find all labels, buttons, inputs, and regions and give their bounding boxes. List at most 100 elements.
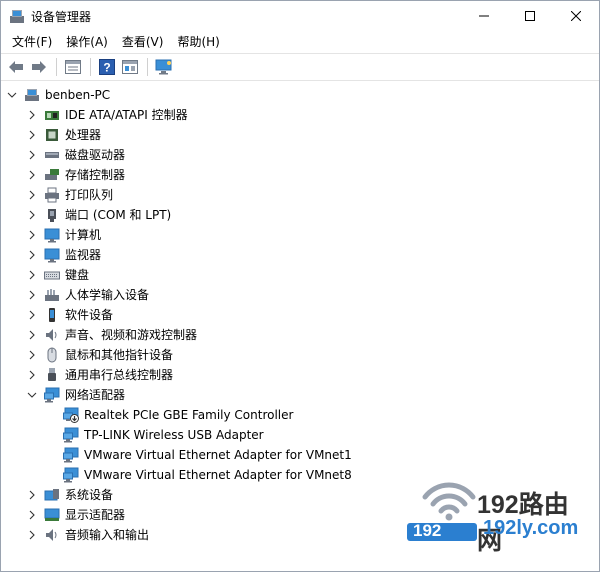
menu-bar: 文件(F) 操作(A) 查看(V) 帮助(H)	[1, 31, 599, 53]
tree-category-node[interactable]: 鼠标和其他指针设备	[1, 345, 599, 365]
tree-category-node[interactable]: 通用串行总线控制器	[1, 365, 599, 385]
keyboard-icon	[44, 267, 60, 283]
window-title: 设备管理器	[31, 9, 92, 24]
chevron-right-icon[interactable]	[25, 348, 39, 362]
tree-root-node[interactable]: benben-PC	[1, 85, 599, 105]
menu-file[interactable]: 文件(F)	[5, 31, 59, 53]
tree-category-node[interactable]: 监视器	[1, 245, 599, 265]
tree-category-node[interactable]: 端口 (COM 和 LPT)	[1, 205, 599, 225]
network-adapter-icon	[63, 427, 79, 443]
device-manager-app-icon	[9, 8, 25, 24]
menu-help[interactable]: 帮助(H)	[170, 31, 226, 53]
software-device-icon	[44, 307, 60, 323]
tree-node-label: 网络适配器	[65, 388, 126, 402]
help-button[interactable]: ?	[96, 56, 118, 78]
minimize-button[interactable]	[461, 1, 507, 31]
tree-node-label: 软件设备	[65, 308, 114, 322]
tree-node-label: VMware Virtual Ethernet Adapter for VMne…	[84, 468, 352, 482]
toolbar-separator	[56, 58, 57, 76]
tree-node-label: 计算机	[65, 228, 102, 242]
scan-hardware-monitor-icon	[155, 59, 172, 75]
tree-category-node[interactable]: IDE ATA/ATAPI 控制器	[1, 105, 599, 125]
tree-category-node[interactable]: 网络适配器	[1, 385, 599, 405]
tree-category-node[interactable]: 人体学输入设备	[1, 285, 599, 305]
tree-category-node[interactable]: 处理器	[1, 125, 599, 145]
menu-view[interactable]: 查看(V)	[115, 31, 171, 53]
chevron-down-icon[interactable]	[25, 388, 39, 402]
tree-category-node[interactable]: 声音、视频和游戏控制器	[1, 325, 599, 345]
chevron-right-icon[interactable]	[25, 328, 39, 342]
tree-node-label: 打印队列	[65, 188, 114, 202]
tree-category-node[interactable]: 软件设备	[1, 305, 599, 325]
show-hidden-icon	[122, 60, 138, 74]
close-button[interactable]	[553, 1, 599, 31]
chevron-right-icon[interactable]	[25, 528, 39, 542]
menu-action[interactable]: 操作(A)	[59, 31, 115, 53]
chevron-right-icon[interactable]	[25, 288, 39, 302]
tree-category-node[interactable]: 打印队列	[1, 185, 599, 205]
chevron-right-icon[interactable]	[25, 308, 39, 322]
tree-device-node[interactable]: Realtek PCIe GBE Family Controller	[1, 405, 599, 425]
title-bar[interactable]: 设备管理器	[1, 1, 599, 31]
chevron-down-icon[interactable]	[5, 88, 19, 102]
back-arrow-icon	[9, 61, 23, 73]
chevron-right-icon[interactable]	[25, 368, 39, 382]
tree-category-node[interactable]: 磁盘驱动器	[1, 145, 599, 165]
chevron-right-icon[interactable]	[25, 168, 39, 182]
disk-drive-icon	[44, 147, 60, 163]
scan-hardware-button[interactable]	[153, 56, 175, 78]
maximize-button[interactable]	[507, 1, 553, 31]
tree-node-label: Realtek PCIe GBE Family Controller	[84, 408, 294, 422]
tree-device-node[interactable]: TP-LINK Wireless USB Adapter	[1, 425, 599, 445]
storage-controller-icon	[44, 167, 60, 183]
chevron-right-icon[interactable]	[25, 148, 39, 162]
tree-device-node[interactable]: VMware Virtual Ethernet Adapter for VMne…	[1, 445, 599, 465]
watermark-url: 192ly.com	[483, 517, 579, 539]
chevron-right-icon[interactable]	[25, 108, 39, 122]
tree-node-label: 通用串行总线控制器	[65, 368, 174, 382]
tree-node-label: VMware Virtual Ethernet Adapter for VMne…	[84, 448, 352, 462]
watermark-url-left: 192	[413, 521, 442, 540]
computer-monitor-icon	[44, 227, 60, 243]
back-button[interactable]	[5, 56, 27, 78]
show-hidden-button[interactable]	[119, 56, 141, 78]
tree-node-label: 声音、视频和游戏控制器	[65, 328, 198, 342]
mouse-icon	[44, 347, 60, 363]
toolbar: ?	[1, 53, 599, 81]
port-icon	[44, 207, 60, 223]
forward-arrow-icon	[32, 61, 46, 73]
tree-node-label: 键盘	[65, 268, 90, 282]
svg-text:?: ?	[103, 61, 110, 75]
device-manager-window: 设备管理器 文件(F) 操作(A) 查看(V) 帮助(H) ? benben-P…	[0, 0, 600, 572]
chevron-right-icon[interactable]	[25, 128, 39, 142]
processor-icon	[44, 127, 60, 143]
tree-node-label: 人体学输入设备	[65, 288, 150, 302]
watermark-logo: 192 192路由网 192ly.com	[407, 479, 593, 555]
tree-node-label: 存储控制器	[65, 168, 126, 182]
tree-node-label: IDE ATA/ATAPI 控制器	[65, 108, 188, 122]
tree-category-node[interactable]: 存储控制器	[1, 165, 599, 185]
chevron-right-icon[interactable]	[25, 488, 39, 502]
tree-node-label: TP-LINK Wireless USB Adapter	[84, 428, 264, 442]
audio-io-icon	[44, 527, 60, 543]
speaker-icon	[44, 327, 60, 343]
forward-button[interactable]	[28, 56, 50, 78]
properties-button[interactable]	[62, 56, 84, 78]
network-adapter-icon	[44, 387, 60, 403]
ide-controller-icon	[44, 107, 60, 123]
chevron-right-icon[interactable]	[25, 188, 39, 202]
chevron-right-icon[interactable]	[25, 228, 39, 242]
chevron-right-icon[interactable]	[25, 268, 39, 282]
network-adapter-icon	[63, 447, 79, 463]
tree-node-label: 磁盘驱动器	[65, 148, 126, 162]
display-adapter-icon	[44, 507, 60, 523]
chevron-right-icon[interactable]	[25, 508, 39, 522]
tree-category-node[interactable]: 计算机	[1, 225, 599, 245]
chevron-right-icon[interactable]	[25, 208, 39, 222]
tree-node-label: 处理器	[65, 128, 102, 142]
tree-category-node[interactable]: 键盘	[1, 265, 599, 285]
monitor-icon	[44, 247, 60, 263]
tree-node-label: 端口 (COM 和 LPT)	[65, 208, 172, 222]
chevron-right-icon[interactable]	[25, 248, 39, 262]
toolbar-separator	[147, 58, 148, 76]
